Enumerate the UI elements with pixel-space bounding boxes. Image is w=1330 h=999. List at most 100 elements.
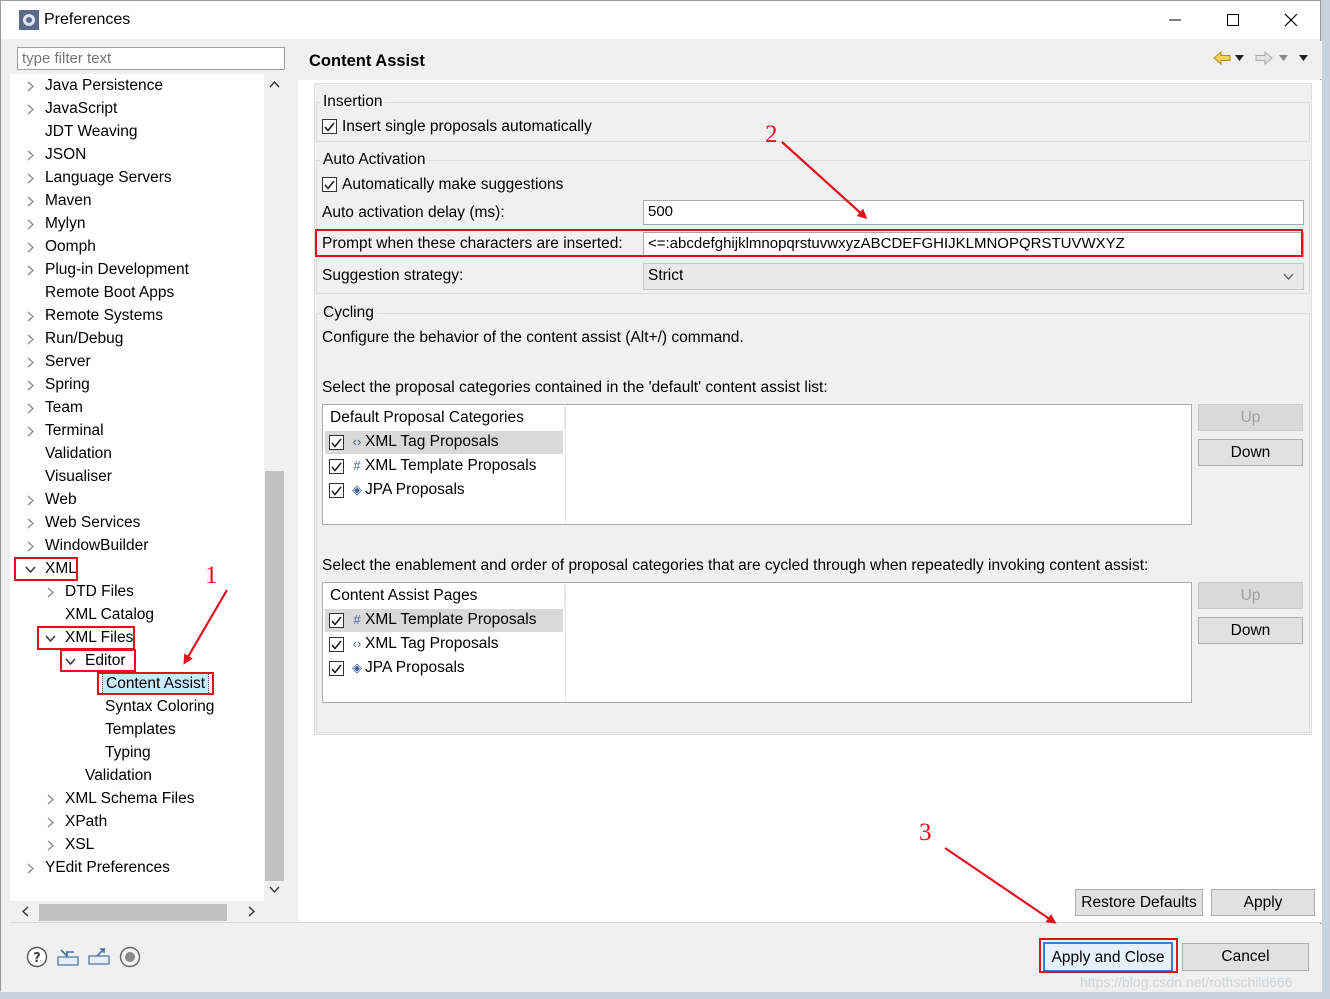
default-down-button[interactable]: Down [1198, 439, 1303, 466]
view-menu-icon[interactable] [1299, 55, 1308, 61]
chevron-right-icon[interactable] [43, 788, 57, 810]
forward-arrow-icon[interactable] [1255, 50, 1273, 66]
chevron-right-icon[interactable] [23, 259, 37, 281]
tree-item[interactable]: WindowBuilder [10, 535, 264, 557]
back-dropdown-icon[interactable] [1235, 55, 1244, 61]
tree-item[interactable]: Terminal [10, 420, 264, 442]
strategy-select[interactable]: Strict [643, 263, 1304, 290]
tree-item[interactable]: Run/Debug [10, 328, 264, 350]
chevron-right-icon[interactable] [23, 236, 37, 258]
forward-dropdown-icon[interactable] [1279, 55, 1288, 61]
tree-item[interactable]: XSL [10, 834, 264, 856]
cycled-down-button[interactable]: Down [1198, 617, 1303, 644]
close-button[interactable] [1262, 1, 1320, 39]
tree-item[interactable]: Java Persistence [10, 75, 264, 97]
tree-item[interactable]: Mylyn [10, 213, 264, 235]
chevron-right-icon[interactable] [23, 535, 37, 557]
apply-button[interactable]: Apply [1211, 889, 1315, 916]
scroll-right-icon[interactable] [248, 906, 256, 917]
chevron-right-icon[interactable] [43, 834, 57, 856]
import-icon[interactable] [56, 947, 80, 967]
export-icon[interactable] [87, 946, 111, 966]
chevron-right-icon[interactable] [23, 305, 37, 327]
tree-item[interactable]: XML Schema Files [10, 788, 264, 810]
tree-vertical-scroll-thumb[interactable] [265, 471, 284, 881]
chevron-right-icon[interactable] [23, 397, 37, 419]
tree-item[interactable]: Web [10, 489, 264, 511]
insert-single-label[interactable]: Insert single proposals automatically [342, 117, 592, 137]
tree-item[interactable]: Validation [10, 443, 264, 465]
help-icon[interactable]: ? [26, 946, 48, 968]
proposal-checkbox[interactable] [329, 613, 344, 628]
minimize-button[interactable] [1146, 1, 1204, 39]
chevron-right-icon[interactable] [23, 374, 37, 396]
chevron-right-icon[interactable] [23, 144, 37, 166]
chevron-right-icon[interactable] [23, 75, 37, 97]
tree-item[interactable]: Spring [10, 374, 264, 396]
chevron-right-icon[interactable] [23, 167, 37, 189]
auto-suggest-checkbox[interactable] [322, 177, 337, 192]
chevron-right-icon[interactable] [23, 857, 37, 879]
tree-item[interactable]: Validation [10, 765, 264, 787]
tree-item[interactable]: Remote Systems [10, 305, 264, 327]
chevron-right-icon[interactable] [23, 512, 37, 534]
tree-item[interactable]: XPath [10, 811, 264, 833]
tree-horizontal-scroll-thumb[interactable] [39, 904, 227, 921]
chevron-right-icon[interactable] [23, 328, 37, 350]
maximize-button[interactable] [1204, 1, 1262, 39]
chevron-right-icon[interactable] [23, 489, 37, 511]
list-item[interactable]: ◈ JPA Proposals [325, 657, 563, 680]
tree-item[interactable]: Remote Boot Apps [10, 282, 264, 304]
tree-item[interactable]: Maven [10, 190, 264, 212]
tree-item[interactable]: JDT Weaving [10, 121, 264, 143]
chevron-right-icon[interactable] [23, 420, 37, 442]
tree-item[interactable]: Editor [10, 650, 264, 672]
restore-defaults-button[interactable]: Restore Defaults [1075, 889, 1203, 916]
tree-item[interactable]: Language Servers [10, 167, 264, 189]
list-item[interactable]: ‹› XML Tag Proposals [325, 633, 563, 656]
tree-item[interactable]: Visualiser [10, 466, 264, 488]
proposal-checkbox[interactable] [329, 435, 344, 450]
list-item[interactable]: ◈ JPA Proposals [325, 479, 563, 502]
proposal-checkbox[interactable] [329, 483, 344, 498]
scroll-down-icon[interactable] [269, 886, 280, 894]
list-item[interactable]: # XML Template Proposals [325, 609, 563, 632]
tree-item[interactable]: JavaScript [10, 98, 264, 120]
chevron-right-icon[interactable] [23, 190, 37, 212]
chevron-right-icon[interactable] [23, 351, 37, 373]
insert-single-checkbox[interactable] [322, 119, 337, 134]
tree-item[interactable]: Web Services [10, 512, 264, 534]
proposal-checkbox[interactable] [329, 661, 344, 676]
chevron-right-icon[interactable] [43, 581, 57, 603]
cycled-proposals-list[interactable]: Content Assist Pages # XML Template Propo… [322, 582, 1192, 703]
chevron-right-icon[interactable] [23, 213, 37, 235]
chevron-right-icon[interactable] [43, 811, 57, 833]
list-item[interactable]: # XML Template Proposals [325, 455, 563, 478]
tree-item[interactable]: Plug-in Development [10, 259, 264, 281]
tree-item[interactable]: XML Catalog [10, 604, 264, 626]
delay-input[interactable]: 500 [643, 200, 1304, 225]
tree-item[interactable]: YEdit Preferences [10, 857, 264, 879]
default-proposals-list[interactable]: Default Proposal Categories ‹› XML Tag Pr… [322, 404, 1192, 525]
preference-tree[interactable]: Java Persistence JavaScript JDT Weaving JSO… [10, 74, 264, 901]
back-arrow-icon[interactable] [1213, 50, 1231, 66]
tree-item[interactable]: Templates [10, 719, 264, 741]
scroll-up-icon[interactable] [269, 80, 280, 88]
cancel-button[interactable]: Cancel [1182, 943, 1309, 971]
tree-item[interactable]: Team [10, 397, 264, 419]
default-up-button[interactable]: Up [1198, 404, 1303, 431]
tree-item[interactable]: Typing [10, 742, 264, 764]
scroll-left-icon[interactable] [21, 906, 29, 917]
tree-item[interactable]: Syntax Coloring [10, 696, 264, 718]
chevron-right-icon[interactable] [23, 98, 37, 120]
oomph-record-icon[interactable] [119, 946, 141, 968]
tree-item[interactable]: Oomph [10, 236, 264, 258]
tree-item[interactable]: DTD Files [10, 581, 264, 603]
tree-item[interactable]: JSON [10, 144, 264, 166]
tree-item[interactable]: Server [10, 351, 264, 373]
auto-suggest-label[interactable]: Automatically make suggestions [342, 175, 563, 195]
proposal-checkbox[interactable] [329, 637, 344, 652]
list-item[interactable]: ‹› XML Tag Proposals [325, 431, 563, 454]
cycled-up-button[interactable]: Up [1198, 582, 1303, 609]
filter-input[interactable] [17, 47, 285, 70]
